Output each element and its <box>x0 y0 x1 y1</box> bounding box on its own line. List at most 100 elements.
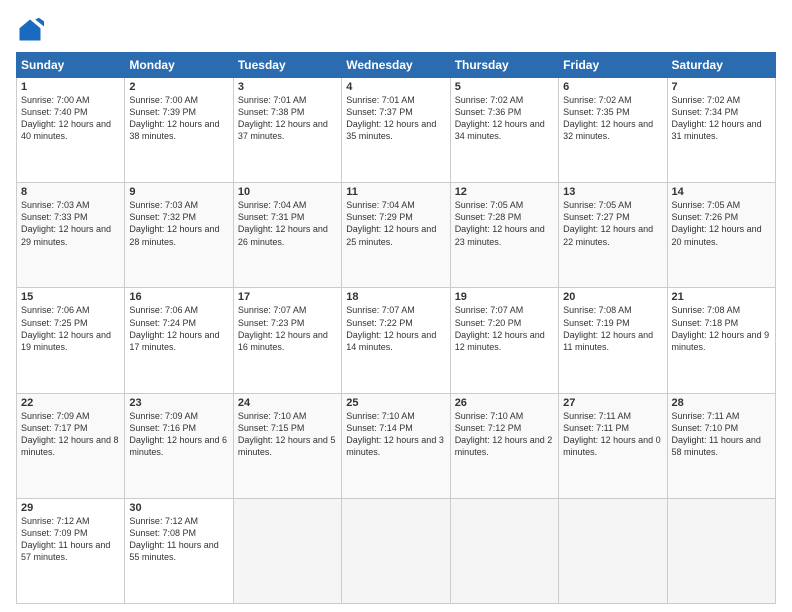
day-number: 29 <box>21 502 120 514</box>
calendar-day: 21Sunrise: 7:08 AMSunset: 7:18 PMDayligh… <box>667 288 775 393</box>
calendar-day: 15Sunrise: 7:06 AMSunset: 7:25 PMDayligh… <box>17 288 125 393</box>
calendar-day: 18Sunrise: 7:07 AMSunset: 7:22 PMDayligh… <box>342 288 450 393</box>
day-number: 28 <box>672 397 771 409</box>
calendar-day: 16Sunrise: 7:06 AMSunset: 7:24 PMDayligh… <box>125 288 233 393</box>
day-number: 7 <box>672 81 771 93</box>
calendar-day: 2Sunrise: 7:00 AMSunset: 7:39 PMDaylight… <box>125 78 233 183</box>
day-info: Sunrise: 7:05 AMSunset: 7:27 PMDaylight:… <box>563 199 662 248</box>
day-info: Sunrise: 7:10 AMSunset: 7:14 PMDaylight:… <box>346 410 445 459</box>
day-number: 13 <box>563 186 662 198</box>
calendar-day: 30Sunrise: 7:12 AMSunset: 7:08 PMDayligh… <box>125 498 233 603</box>
day-info: Sunrise: 7:01 AMSunset: 7:38 PMDaylight:… <box>238 94 337 143</box>
calendar-day: 26Sunrise: 7:10 AMSunset: 7:12 PMDayligh… <box>450 393 558 498</box>
day-number: 30 <box>129 502 228 514</box>
header <box>16 16 776 44</box>
day-info: Sunrise: 7:02 AMSunset: 7:36 PMDaylight:… <box>455 94 554 143</box>
calendar-day: 27Sunrise: 7:11 AMSunset: 7:11 PMDayligh… <box>559 393 667 498</box>
day-number: 23 <box>129 397 228 409</box>
day-info: Sunrise: 7:12 AMSunset: 7:09 PMDaylight:… <box>21 515 120 564</box>
day-info: Sunrise: 7:07 AMSunset: 7:23 PMDaylight:… <box>238 304 337 353</box>
day-info: Sunrise: 7:12 AMSunset: 7:08 PMDaylight:… <box>129 515 228 564</box>
day-info: Sunrise: 7:00 AMSunset: 7:40 PMDaylight:… <box>21 94 120 143</box>
day-info: Sunrise: 7:02 AMSunset: 7:35 PMDaylight:… <box>563 94 662 143</box>
weekday-header: Sunday <box>17 53 125 78</box>
day-number: 20 <box>563 291 662 303</box>
day-number: 6 <box>563 81 662 93</box>
day-number: 18 <box>346 291 445 303</box>
day-number: 11 <box>346 186 445 198</box>
day-number: 8 <box>21 186 120 198</box>
calendar-day: 29Sunrise: 7:12 AMSunset: 7:09 PMDayligh… <box>17 498 125 603</box>
day-info: Sunrise: 7:04 AMSunset: 7:31 PMDaylight:… <box>238 199 337 248</box>
weekday-header: Wednesday <box>342 53 450 78</box>
calendar-day: 8Sunrise: 7:03 AMSunset: 7:33 PMDaylight… <box>17 183 125 288</box>
calendar-day <box>667 498 775 603</box>
day-info: Sunrise: 7:09 AMSunset: 7:17 PMDaylight:… <box>21 410 120 459</box>
weekday-header: Saturday <box>667 53 775 78</box>
day-info: Sunrise: 7:10 AMSunset: 7:12 PMDaylight:… <box>455 410 554 459</box>
calendar-day: 19Sunrise: 7:07 AMSunset: 7:20 PMDayligh… <box>450 288 558 393</box>
day-info: Sunrise: 7:08 AMSunset: 7:18 PMDaylight:… <box>672 304 771 353</box>
day-info: Sunrise: 7:01 AMSunset: 7:37 PMDaylight:… <box>346 94 445 143</box>
day-number: 21 <box>672 291 771 303</box>
calendar-day: 22Sunrise: 7:09 AMSunset: 7:17 PMDayligh… <box>17 393 125 498</box>
day-info: Sunrise: 7:05 AMSunset: 7:26 PMDaylight:… <box>672 199 771 248</box>
weekday-header: Friday <box>559 53 667 78</box>
calendar-day: 6Sunrise: 7:02 AMSunset: 7:35 PMDaylight… <box>559 78 667 183</box>
calendar-day: 4Sunrise: 7:01 AMSunset: 7:37 PMDaylight… <box>342 78 450 183</box>
calendar-day: 3Sunrise: 7:01 AMSunset: 7:38 PMDaylight… <box>233 78 341 183</box>
logo <box>16 16 48 44</box>
day-info: Sunrise: 7:09 AMSunset: 7:16 PMDaylight:… <box>129 410 228 459</box>
day-info: Sunrise: 7:07 AMSunset: 7:20 PMDaylight:… <box>455 304 554 353</box>
day-number: 9 <box>129 186 228 198</box>
day-info: Sunrise: 7:07 AMSunset: 7:22 PMDaylight:… <box>346 304 445 353</box>
day-info: Sunrise: 7:06 AMSunset: 7:24 PMDaylight:… <box>129 304 228 353</box>
calendar-day: 14Sunrise: 7:05 AMSunset: 7:26 PMDayligh… <box>667 183 775 288</box>
day-number: 27 <box>563 397 662 409</box>
calendar-day: 17Sunrise: 7:07 AMSunset: 7:23 PMDayligh… <box>233 288 341 393</box>
day-number: 10 <box>238 186 337 198</box>
day-number: 5 <box>455 81 554 93</box>
page: SundayMondayTuesdayWednesdayThursdayFrid… <box>0 0 792 612</box>
day-number: 17 <box>238 291 337 303</box>
day-number: 2 <box>129 81 228 93</box>
calendar-day: 9Sunrise: 7:03 AMSunset: 7:32 PMDaylight… <box>125 183 233 288</box>
calendar-week: 8Sunrise: 7:03 AMSunset: 7:33 PMDaylight… <box>17 183 776 288</box>
day-number: 16 <box>129 291 228 303</box>
calendar-day: 7Sunrise: 7:02 AMSunset: 7:34 PMDaylight… <box>667 78 775 183</box>
day-number: 24 <box>238 397 337 409</box>
calendar-day: 11Sunrise: 7:04 AMSunset: 7:29 PMDayligh… <box>342 183 450 288</box>
calendar-day: 13Sunrise: 7:05 AMSunset: 7:27 PMDayligh… <box>559 183 667 288</box>
calendar-day <box>233 498 341 603</box>
day-number: 22 <box>21 397 120 409</box>
calendar-week: 15Sunrise: 7:06 AMSunset: 7:25 PMDayligh… <box>17 288 776 393</box>
weekday-header: Monday <box>125 53 233 78</box>
weekday-header: Thursday <box>450 53 558 78</box>
weekday-header: Tuesday <box>233 53 341 78</box>
calendar-day <box>342 498 450 603</box>
day-info: Sunrise: 7:11 AMSunset: 7:10 PMDaylight:… <box>672 410 771 459</box>
day-info: Sunrise: 7:05 AMSunset: 7:28 PMDaylight:… <box>455 199 554 248</box>
day-number: 25 <box>346 397 445 409</box>
day-info: Sunrise: 7:11 AMSunset: 7:11 PMDaylight:… <box>563 410 662 459</box>
day-info: Sunrise: 7:08 AMSunset: 7:19 PMDaylight:… <box>563 304 662 353</box>
day-info: Sunrise: 7:00 AMSunset: 7:39 PMDaylight:… <box>129 94 228 143</box>
day-info: Sunrise: 7:04 AMSunset: 7:29 PMDaylight:… <box>346 199 445 248</box>
day-info: Sunrise: 7:03 AMSunset: 7:32 PMDaylight:… <box>129 199 228 248</box>
calendar: SundayMondayTuesdayWednesdayThursdayFrid… <box>16 52 776 604</box>
calendar-day: 24Sunrise: 7:10 AMSunset: 7:15 PMDayligh… <box>233 393 341 498</box>
calendar-day <box>559 498 667 603</box>
day-info: Sunrise: 7:06 AMSunset: 7:25 PMDaylight:… <box>21 304 120 353</box>
calendar-week: 29Sunrise: 7:12 AMSunset: 7:09 PMDayligh… <box>17 498 776 603</box>
day-info: Sunrise: 7:10 AMSunset: 7:15 PMDaylight:… <box>238 410 337 459</box>
calendar-week: 22Sunrise: 7:09 AMSunset: 7:17 PMDayligh… <box>17 393 776 498</box>
day-number: 4 <box>346 81 445 93</box>
day-info: Sunrise: 7:02 AMSunset: 7:34 PMDaylight:… <box>672 94 771 143</box>
calendar-day: 25Sunrise: 7:10 AMSunset: 7:14 PMDayligh… <box>342 393 450 498</box>
calendar-day: 10Sunrise: 7:04 AMSunset: 7:31 PMDayligh… <box>233 183 341 288</box>
day-number: 15 <box>21 291 120 303</box>
day-number: 26 <box>455 397 554 409</box>
day-number: 1 <box>21 81 120 93</box>
calendar-day: 28Sunrise: 7:11 AMSunset: 7:10 PMDayligh… <box>667 393 775 498</box>
day-number: 3 <box>238 81 337 93</box>
